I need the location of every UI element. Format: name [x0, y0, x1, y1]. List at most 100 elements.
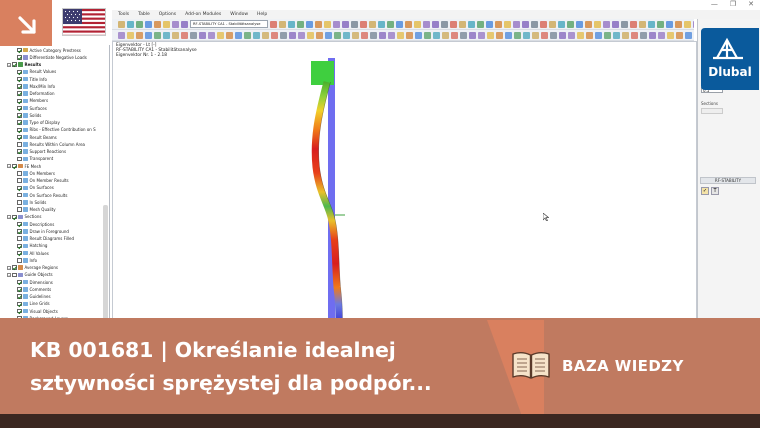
toolbar-button-icon[interactable] [397, 31, 404, 39]
navigator-checkbox[interactable] [17, 243, 22, 249]
navigator-item[interactable]: Results Within Column Area [12, 141, 85, 148]
navigator-item[interactable]: Result Values [12, 68, 56, 75]
navigator-checkbox[interactable] [17, 69, 22, 75]
toolbar-button-icon[interactable] [181, 31, 188, 39]
toolbar-button-icon[interactable] [649, 31, 656, 39]
navigator-checkbox[interactable] [17, 120, 22, 125]
toolbar-button-icon[interactable] [631, 31, 638, 39]
toolbar-button-icon[interactable] [693, 20, 694, 28]
toolbar-button-icon[interactable] [622, 31, 629, 39]
toolbar-button-icon[interactable] [514, 31, 521, 39]
navigator-checkbox[interactable] [17, 287, 22, 292]
menu-window[interactable]: Window [230, 12, 248, 17]
toolbar-button-icon[interactable] [297, 20, 304, 28]
toolbar-button-icon[interactable] [172, 31, 179, 39]
toolbar-button-icon[interactable] [487, 31, 494, 39]
toolbar-button-icon[interactable] [361, 31, 368, 39]
toolbar-button-icon[interactable] [253, 31, 260, 39]
toolbar-button-icon[interactable] [118, 31, 125, 39]
toolbar-button-icon[interactable] [307, 31, 314, 39]
toolbar-button-icon[interactable] [612, 20, 619, 28]
toolbar-button-icon[interactable] [334, 31, 341, 39]
navigator-checkbox[interactable] [17, 185, 22, 191]
toolbar-button-icon[interactable] [685, 31, 692, 39]
toolbar-button-icon[interactable] [486, 20, 493, 28]
toolbar-button-icon[interactable] [127, 20, 134, 28]
navigator-item[interactable]: Members [12, 97, 48, 104]
toolbar-button-icon[interactable] [163, 20, 170, 28]
toolbar-button-icon[interactable] [640, 31, 647, 39]
navigator-item[interactable]: Transparent [12, 155, 53, 162]
navigator-checkbox[interactable] [17, 127, 22, 133]
navigator-checkbox[interactable] [17, 192, 22, 198]
toolbar-button-icon[interactable] [648, 20, 655, 28]
toolbar-button-icon[interactable] [630, 20, 637, 28]
toolbar-button-icon[interactable] [388, 31, 395, 39]
toolbar-button-icon[interactable] [406, 31, 413, 39]
toolbar-button-icon[interactable] [352, 31, 359, 39]
rf-stability-button[interactable]: RF-STABILITY [700, 177, 756, 184]
toolbar-button-icon[interactable] [306, 20, 313, 28]
toolbar-button-icon[interactable] [532, 31, 539, 39]
toolbar-button-icon[interactable] [450, 20, 457, 28]
navigator-checkbox[interactable] [17, 279, 22, 285]
toolbar-button-icon[interactable] [369, 20, 376, 28]
navigator-checkbox[interactable] [17, 294, 22, 299]
toolbar-button-icon[interactable] [675, 20, 682, 28]
toolbar-button-icon[interactable] [549, 20, 556, 28]
menu-table[interactable]: Table [138, 12, 150, 17]
navigator-item[interactable]: Line Grids [12, 300, 50, 307]
navigator-item[interactable]: − FE Mesh [7, 163, 41, 170]
menu-help[interactable]: Help [257, 12, 267, 17]
toolbar-button-icon[interactable] [360, 20, 367, 28]
minimize-button[interactable]: — [711, 0, 718, 8]
navigator-checkbox[interactable] [17, 207, 22, 212]
toolbar-button-icon[interactable] [190, 31, 197, 39]
toolbar-button-icon[interactable] [505, 31, 512, 39]
toolbar-button-icon[interactable] [208, 31, 215, 39]
load-case-select[interactable]: RF-STABILITY CA1 - Stabilitätsanalyse [190, 20, 268, 28]
toolbar-button-icon[interactable] [414, 20, 421, 28]
toolbar-button-icon[interactable] [595, 31, 602, 39]
toolbar-button-icon[interactable] [405, 20, 412, 28]
toolbar-button-icon[interactable] [459, 20, 466, 28]
toolbar-button-icon[interactable] [315, 20, 322, 28]
navigator-checkbox[interactable] [12, 62, 17, 67]
toolbar-button-icon[interactable] [684, 20, 691, 28]
toolbar-button-icon[interactable] [523, 31, 530, 39]
navigator-checkbox[interactable] [17, 250, 22, 256]
menu-add-on-modules[interactable]: Add-on Modules [185, 12, 221, 17]
toolbar-button-icon[interactable] [504, 20, 511, 28]
toolbar-button-icon[interactable] [226, 31, 233, 39]
navigator-scrollbar[interactable] [103, 205, 108, 320]
navigator-item[interactable]: Visual Objects [12, 308, 58, 315]
toolbar-button-icon[interactable] [279, 20, 286, 28]
navigator-item[interactable]: Dimensions [12, 279, 53, 286]
navigator-item[interactable]: Type of Display [12, 119, 60, 126]
toolbar-button-icon[interactable] [118, 20, 125, 28]
navigator-checkbox[interactable] [17, 171, 22, 176]
navigator-item[interactable]: Ribs - Effective Contribution on S [12, 126, 96, 133]
navigator-checkbox[interactable] [17, 178, 22, 183]
navigator-checkbox[interactable] [17, 229, 22, 234]
menu-tools[interactable]: Tools [118, 12, 129, 17]
navigator-checkbox[interactable] [17, 156, 22, 162]
toolbar-button-icon[interactable] [271, 31, 278, 39]
navigator-item[interactable]: Max/Min Info [12, 83, 55, 90]
toolbar-button-icon[interactable] [513, 20, 520, 28]
toolbar-button-icon[interactable] [469, 31, 476, 39]
toolbar-button-icon[interactable] [288, 20, 295, 28]
navigator-item[interactable]: Surfaces [12, 105, 47, 112]
toolbar-button-icon[interactable] [127, 31, 134, 39]
navigator-item[interactable]: All Values [12, 250, 49, 257]
toolbar-button-icon[interactable] [639, 20, 646, 28]
toolbar-button-icon[interactable] [594, 20, 601, 28]
expand-toggle-icon[interactable]: − [7, 265, 11, 270]
toolbar-button-icon[interactable] [378, 20, 385, 28]
navigator-checkbox[interactable] [17, 134, 22, 140]
toolbar-button-icon[interactable] [550, 31, 557, 39]
expand-toggle-icon[interactable]: − [7, 272, 11, 277]
navigator-checkbox[interactable] [12, 214, 17, 220]
toolbar-button-icon[interactable] [541, 31, 548, 39]
toolbar-button-icon[interactable] [172, 20, 179, 28]
